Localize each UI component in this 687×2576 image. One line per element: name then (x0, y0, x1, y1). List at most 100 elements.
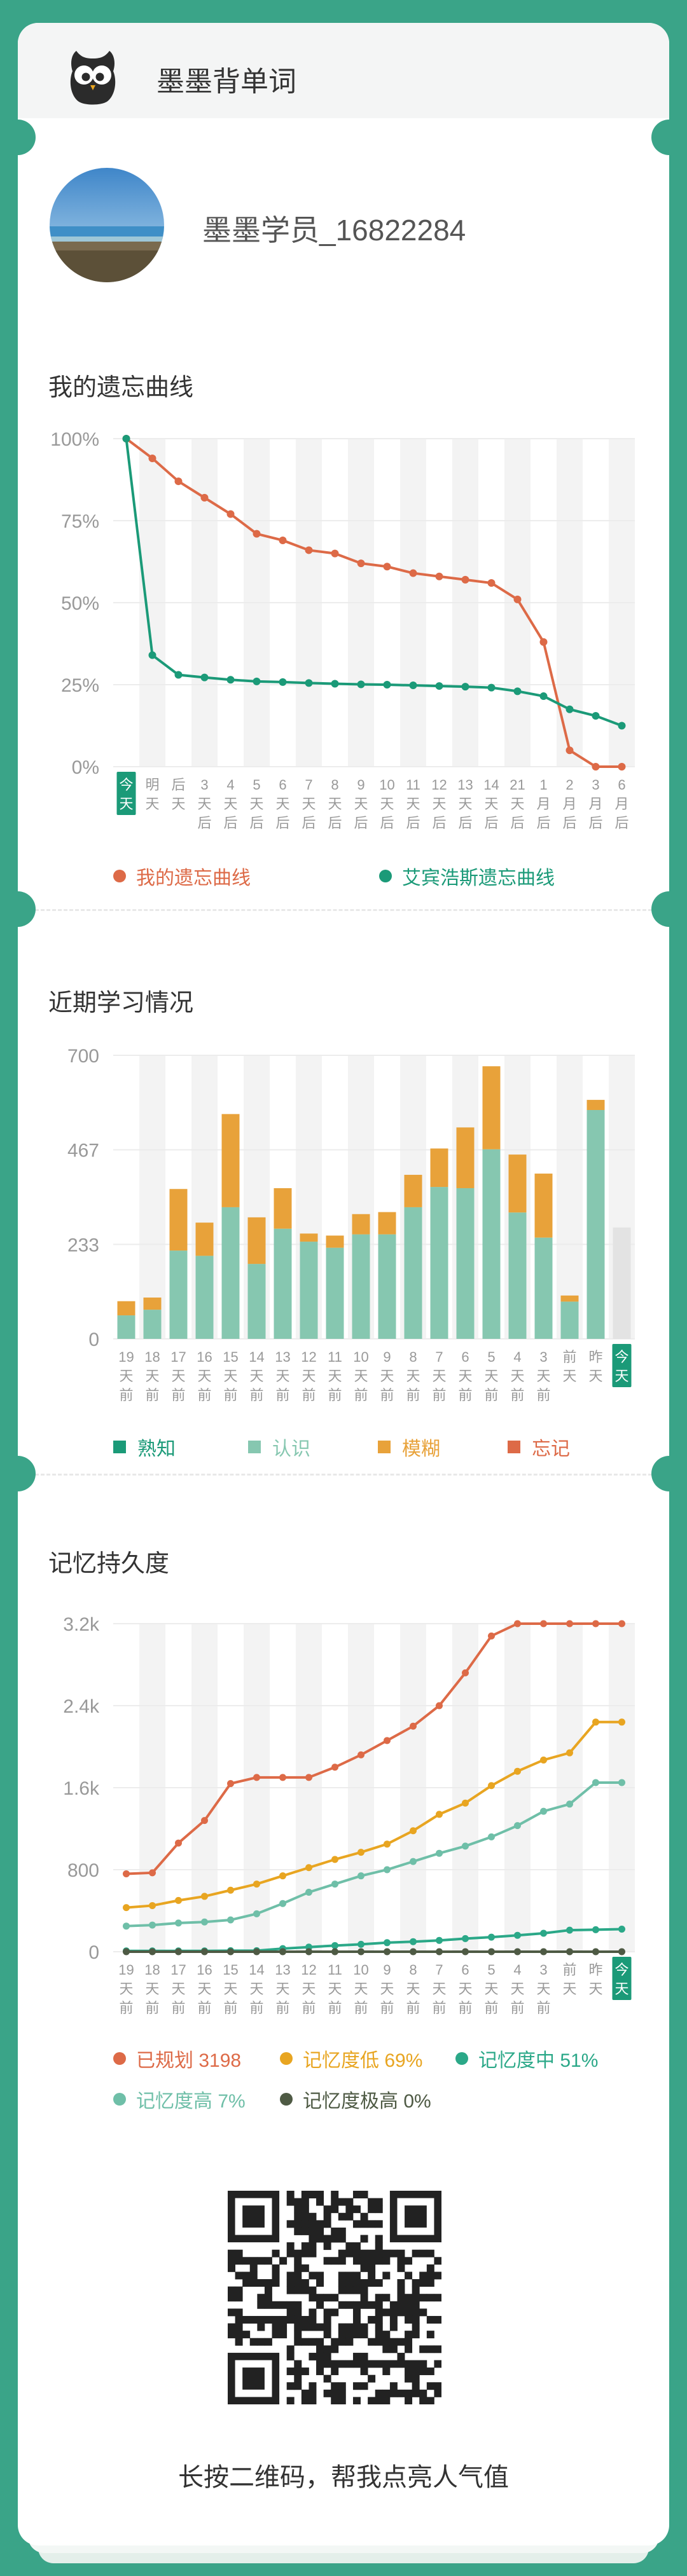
x-tick-label: 天 (510, 1368, 524, 1384)
x-tick-label: 9 (383, 1349, 391, 1365)
qr-module (301, 2338, 309, 2346)
bar-segment (169, 1189, 188, 1251)
qr-module (368, 2397, 376, 2405)
bar-segment (247, 1217, 266, 1264)
data-point (488, 1833, 495, 1840)
qr-module (412, 2279, 420, 2287)
qr-module (426, 2397, 434, 2405)
x-tick-label: 天 (354, 796, 368, 812)
qr-module (257, 2294, 265, 2302)
legend-familiar[interactable]: 熟知 (113, 1433, 176, 1461)
x-tick-label: 6 (279, 777, 286, 793)
qr-module (301, 2227, 309, 2235)
qr-module (323, 2345, 331, 2353)
qr-module (323, 2205, 331, 2214)
grid-stripe (139, 1055, 165, 1339)
qr-module (309, 2338, 317, 2346)
qr-module (360, 2286, 368, 2294)
data-point (279, 678, 287, 686)
legend-memory-low[interactable]: 记忆度低 69% (280, 2045, 422, 2072)
qr-module (272, 2271, 280, 2280)
x-tick-label: 天 (380, 1981, 394, 1997)
qr-module (352, 2286, 361, 2294)
x-tick-label: 天 (119, 1368, 133, 1384)
user-avatar[interactable] (50, 168, 164, 282)
qr-module (405, 2389, 413, 2397)
legend-my-curve[interactable]: 我的遗忘曲线 (113, 862, 251, 890)
qr-module (323, 2257, 331, 2265)
qr-module (279, 2331, 288, 2339)
qr-module (352, 2249, 361, 2257)
qr-module (242, 2271, 251, 2280)
section-divider (18, 909, 669, 911)
qr-module (331, 2397, 339, 2405)
data-point (253, 1881, 260, 1888)
x-tick-label: 后 (197, 815, 211, 831)
x-tick-label: 天 (302, 796, 316, 812)
qr-module (382, 2308, 391, 2317)
bar-segment (378, 1234, 396, 1339)
data-point (539, 638, 548, 646)
legend-planned[interactable]: 已规划 3198 (113, 2045, 241, 2072)
data-point (618, 1948, 625, 1956)
x-tick-label: 前 (510, 2000, 524, 2016)
legend-vague[interactable]: 模糊 (378, 1433, 440, 1461)
qr-code[interactable] (228, 2191, 442, 2405)
qr-module (286, 2352, 295, 2360)
qr-module (331, 2198, 339, 2206)
data-point (513, 687, 522, 695)
data-point (331, 1856, 338, 1863)
qr-module (242, 2257, 251, 2265)
qr-module (405, 2338, 413, 2346)
qr-module (286, 2286, 295, 2294)
qr-module (338, 2397, 346, 2405)
qr-module (316, 2323, 324, 2331)
legend-ebbinghaus-curve[interactable]: 艾宾浩斯遗忘曲线 (379, 862, 555, 890)
x-tick-label: 天 (302, 1981, 316, 1997)
qr-module (301, 2315, 309, 2324)
legend-memory-mid[interactable]: 记忆度中 51% (455, 2045, 598, 2072)
legend-label: 模糊 (402, 1439, 440, 1460)
x-tick-label: 天 (275, 796, 289, 812)
qr-module (286, 2382, 295, 2390)
qr-module (397, 2301, 405, 2309)
y-tick-label: 0% (72, 757, 99, 778)
qr-module (264, 2301, 272, 2309)
qr-module (375, 2315, 383, 2324)
qr-module (382, 2257, 391, 2265)
qr-module (338, 2301, 346, 2309)
qr-module (279, 2323, 288, 2331)
qr-module (249, 2271, 258, 2280)
data-point (462, 1935, 469, 1942)
legend-know[interactable]: 认识 (248, 1433, 310, 1461)
qr-module (294, 2264, 302, 2272)
qr-module (375, 2249, 383, 2257)
legend-memory-high[interactable]: 记忆度高 7% (113, 2085, 246, 2113)
qr-module (412, 2249, 420, 2257)
qr-module (352, 2242, 361, 2251)
qr-module (345, 2212, 354, 2221)
x-tick-label: 前 (354, 2000, 368, 2016)
qr-module (235, 2249, 243, 2257)
data-point (357, 680, 365, 689)
x-tick-label: 天 (328, 796, 342, 812)
legend-dot (113, 2093, 126, 2106)
data-point (514, 1822, 521, 1830)
legend-forgot[interactable]: 忘记 (508, 1433, 570, 1461)
data-point (357, 1751, 364, 1758)
qr-module (434, 2257, 442, 2265)
legend-dot (455, 2052, 468, 2065)
qr-module (272, 2264, 280, 2272)
x-tick-label: 天 (249, 1981, 263, 1997)
x-tick-label: 月 (588, 796, 602, 812)
x-tick-label: 天 (588, 1368, 602, 1384)
y-tick-label: 700 (67, 1046, 99, 1067)
username: 墨墨学员_16822284 (202, 214, 466, 247)
qr-module (286, 2191, 295, 2198)
x-tick-label: 18 (144, 1962, 160, 1978)
data-point (305, 1888, 312, 1896)
x-tick-label: 天 (536, 1981, 550, 1997)
qr-module (257, 2323, 265, 2331)
legend-memory-very-high[interactable]: 记忆度极高 0% (280, 2085, 431, 2113)
qr-module (368, 2360, 376, 2368)
